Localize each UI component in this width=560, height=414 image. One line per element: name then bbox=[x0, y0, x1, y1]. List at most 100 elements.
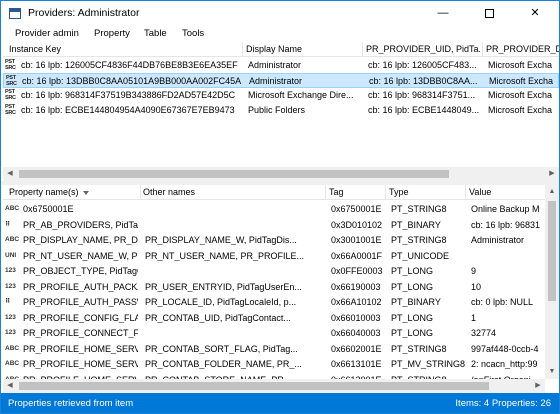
tag-cell: 0x66010003 bbox=[331, 312, 381, 323]
scroll-left-icon[interactable]: ◀ bbox=[3, 167, 17, 181]
display-name-cell: Microsoft Exchange Dire... bbox=[248, 90, 354, 100]
type-cell: PT_BINARY bbox=[391, 219, 441, 230]
title-bar[interactable]: Providers: Administrator — ✕ bbox=[1, 1, 559, 27]
provider-row[interactable]: PST SRC cb: 16 lpb: 968314F37519B343886FD2… bbox=[3, 88, 559, 103]
scroll-thumb[interactable] bbox=[19, 170, 449, 178]
provider-row[interactable]: PST SRC cb: 16 lpb: 13DBB0C8AA05101A9BB000… bbox=[3, 73, 559, 88]
value-cell: 997af448-0ccb-4 bbox=[471, 343, 539, 354]
menu-tools[interactable]: Tools bbox=[182, 28, 204, 39]
provider-row[interactable]: PST SRC cb: 16 lpb: ECBE144804954A4090E673… bbox=[3, 103, 559, 118]
col-provider-d[interactable]: PR_PROVIDER_D bbox=[486, 44, 559, 54]
col-display-name[interactable]: Display Name bbox=[246, 44, 360, 54]
menu-bar: Provider admin Property Table Tools bbox=[1, 27, 559, 42]
provider-uid-cell: cb: 16 lpb: 968314F3751... bbox=[368, 90, 476, 100]
instance-key-cell: cb: 16 lpb: ECBE144804954A4090E67367E7EB… bbox=[21, 105, 235, 115]
scroll-left-icon[interactable]: ◀ bbox=[3, 379, 17, 393]
col-provider-uid[interactable]: PR_PROVIDER_UID, PidTa... bbox=[366, 44, 480, 54]
close-button[interactable]: ✕ bbox=[512, 1, 558, 27]
properties-hscrollbar[interactable]: ◀ ▶ bbox=[3, 379, 545, 393]
providers-list-header: Instance Key Display Name PR_PROVIDER_UI… bbox=[3, 42, 559, 57]
property-name-cell: PR_PROFILE_AUTH_PASSWORD bbox=[23, 297, 138, 307]
property-name-cell: PR_PROFILE_HOME_SERVER_A... bbox=[23, 359, 138, 369]
menu-property[interactable]: Property bbox=[94, 28, 130, 39]
value-cell: Online Backup M bbox=[471, 204, 540, 214]
provider-row[interactable]: PST SRC cb: 16 lpb: 126005CF4836F44DB76BE8… bbox=[3, 58, 559, 73]
type-cell: PT_LONG bbox=[391, 312, 434, 323]
col-property-names[interactable]: Property name(s) bbox=[9, 187, 139, 197]
column-divider[interactable] bbox=[362, 42, 363, 57]
col-other-names[interactable]: Other names bbox=[143, 187, 323, 197]
tag-cell: 0x66A10102 bbox=[331, 297, 382, 307]
tag-cell: 0x66040003 bbox=[331, 328, 381, 338]
property-row[interactable]: UNI PR_NT_USER_NAME_W, PR_PR... PR_NT_USER… bbox=[3, 249, 545, 265]
col-type[interactable]: Type bbox=[389, 187, 465, 197]
other-names-cell: PR_CONTAB_UID, PidTagContact... bbox=[145, 312, 291, 323]
col-instance-key[interactable]: Instance Key bbox=[9, 44, 239, 54]
property-name-cell: PR_PROFILE_HOME_SERVER bbox=[23, 343, 138, 354]
tag-cell: 0x0FFE0003 bbox=[331, 266, 383, 276]
providers-hscrollbar[interactable]: ◀ ▶ bbox=[3, 167, 559, 181]
scroll-right-icon[interactable]: ▶ bbox=[545, 167, 559, 181]
property-row[interactable]: 123 PR_PROFILE_CONNECT_FLAGS 0x66040003 PT_… bbox=[3, 326, 545, 342]
type-cell: PT_LONG bbox=[391, 328, 434, 338]
property-row[interactable]: 123 PR_OBJECT_TYPE, PidTagObjec... 0x0FFE0… bbox=[3, 264, 545, 280]
value-cell: cb: 16 lpb: 96831 bbox=[471, 219, 541, 230]
type-cell: PT_MV_STRING8 bbox=[391, 359, 465, 369]
property-row[interactable]: ⠿ PR_PROFILE_AUTH_PASSWORD PR_LOCALE_ID, P… bbox=[3, 295, 545, 311]
column-divider[interactable] bbox=[242, 42, 243, 57]
minimize-button[interactable]: — bbox=[420, 1, 466, 27]
scroll-thumb[interactable] bbox=[548, 201, 556, 301]
property-row[interactable]: ABC 0x6750001E 0x6750001E PT_STRING8 Online … bbox=[3, 202, 545, 218]
minimize-icon: — bbox=[437, 7, 449, 19]
other-names-cell: PR_NT_USER_NAME, PR_PROFILE... bbox=[145, 250, 305, 261]
type-cell: PT_LONG bbox=[391, 281, 434, 292]
scroll-down-icon[interactable]: ▼ bbox=[545, 365, 559, 379]
property-type-icon: UNI bbox=[5, 251, 17, 259]
other-names-cell: PR_DISPLAY_NAME_W, PidTagDis... bbox=[145, 235, 297, 245]
value-cell: 9 bbox=[471, 266, 477, 276]
properties-list[interactable]: Property name(s) Other names Tag Type Va… bbox=[3, 185, 545, 379]
provider-d-cell: Microsoft Excha bbox=[488, 60, 553, 70]
provider-d-cell: Microsoft Excha bbox=[488, 90, 553, 100]
property-name-cell: 0x6750001E bbox=[23, 204, 74, 214]
type-cell: PT_LONG bbox=[391, 266, 434, 276]
property-row[interactable]: ⠿ PR_AB_PROVIDERS, PidTagAbP... 0x3D010102… bbox=[3, 218, 545, 234]
type-cell: PT_STRING8 bbox=[391, 235, 447, 245]
provider-d-cell: Microsoft Excha bbox=[489, 76, 554, 86]
window-title: Providers: Administrator bbox=[28, 7, 140, 19]
menu-table[interactable]: Table bbox=[144, 28, 167, 39]
col-tag[interactable]: Tag bbox=[329, 187, 383, 197]
property-row[interactable]: ABCPR_DISPLAY_NAME, PR_DISPLA... PR_DISPL… bbox=[3, 233, 545, 249]
type-cell: PT_STRING8 bbox=[391, 343, 447, 354]
column-divider[interactable] bbox=[325, 185, 326, 200]
main-window: Providers: Administrator — ✕ Provider ad… bbox=[0, 0, 560, 414]
display-name-cell: Public Folders bbox=[248, 105, 306, 115]
column-divider[interactable] bbox=[465, 185, 466, 200]
column-divider[interactable] bbox=[140, 185, 141, 200]
menu-provider-admin[interactable]: Provider admin bbox=[15, 28, 79, 39]
tag-cell: 0x66190003 bbox=[331, 281, 381, 292]
value-cell: 1 bbox=[471, 312, 477, 323]
property-row[interactable]: 123 PR_PROFILE_AUTH_PACKAGE PR_USER_ENTRYI… bbox=[3, 280, 545, 296]
property-row[interactable]: ABCPR_PROFILE_HOME_SERVER_A... PR_CONTAB_… bbox=[3, 357, 545, 373]
column-divider[interactable] bbox=[482, 42, 483, 57]
providers-list[interactable]: Instance Key Display Name PR_PROVIDER_UI… bbox=[3, 42, 559, 167]
property-row[interactable]: ABCPR_PROFILE_HOME_SERVER PR_CONTAB_SORT_… bbox=[3, 342, 545, 358]
other-names-cell: PR_LOCALE_ID, PidTagLocaleId, p... bbox=[145, 297, 297, 307]
provider-icon: PST SRC bbox=[5, 59, 16, 71]
properties-vscrollbar[interactable]: ▲ ▼ bbox=[545, 185, 559, 379]
type-cell: PT_STRING8 bbox=[391, 204, 447, 214]
property-type-icon: 123 bbox=[5, 282, 16, 290]
type-cell: PT_UNICODE bbox=[391, 250, 450, 261]
property-row[interactable]: 123 PR_PROFILE_CONFIG_FLAGS PR_CONTAB_UID,… bbox=[3, 311, 545, 327]
scroll-up-icon[interactable]: ▲ bbox=[545, 185, 559, 199]
col-value[interactable]: Value bbox=[469, 187, 545, 197]
property-name-cell: PR_DISPLAY_NAME, PR_DISPLA... bbox=[23, 235, 138, 245]
property-type-icon: ⠿ bbox=[5, 220, 11, 228]
column-divider[interactable] bbox=[385, 185, 386, 200]
scroll-thumb[interactable] bbox=[19, 382, 489, 390]
maximize-button[interactable] bbox=[466, 1, 512, 27]
provider-icon: PST SRC bbox=[6, 75, 17, 87]
scroll-right-icon[interactable]: ▶ bbox=[531, 379, 545, 393]
status-counts: Items: 4 Properties: 26 bbox=[455, 398, 551, 409]
